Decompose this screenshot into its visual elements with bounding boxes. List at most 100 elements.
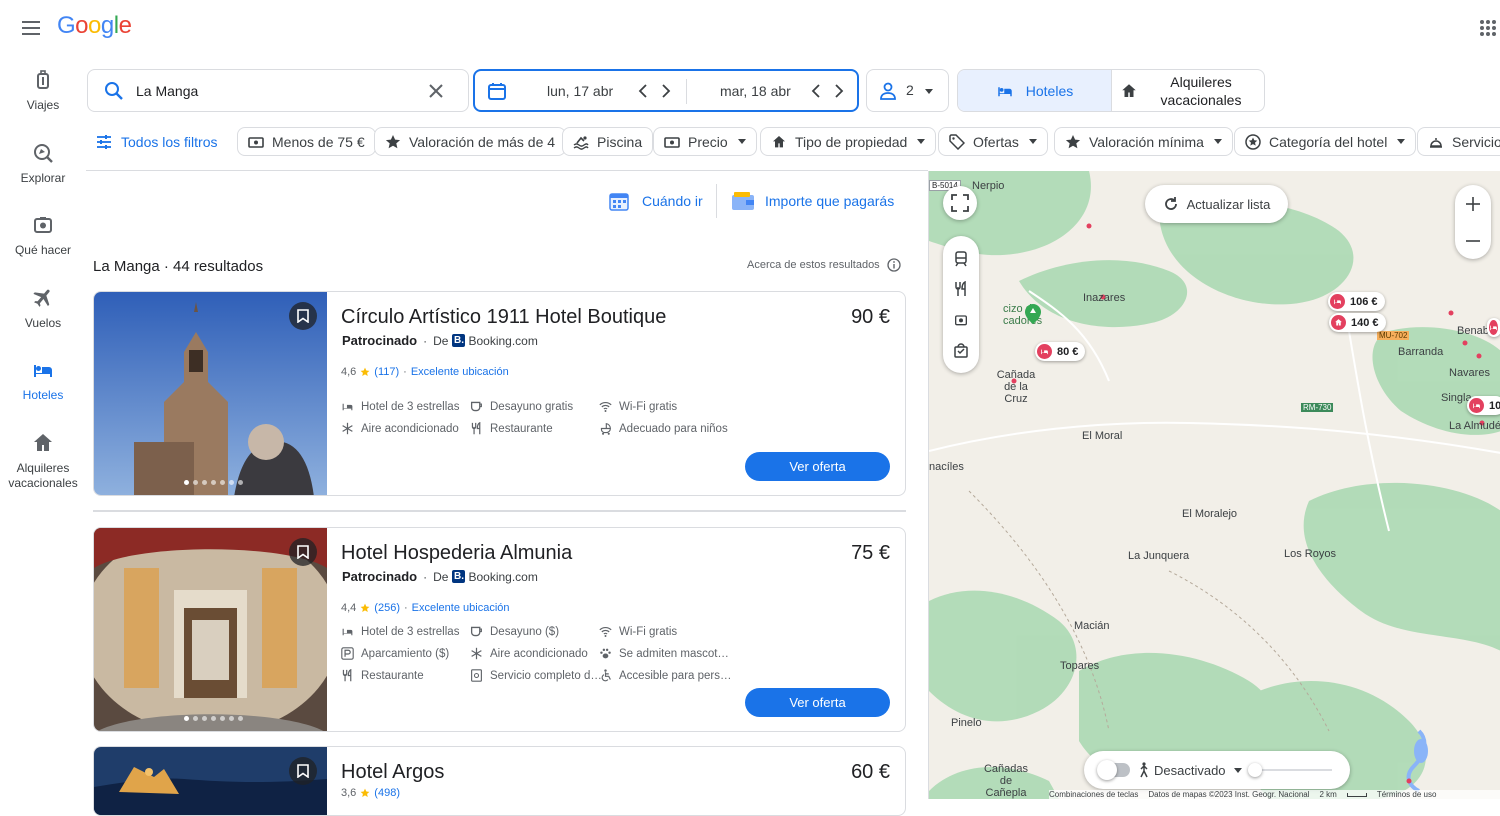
price-pin[interactable]: 10 <box>1467 396 1500 415</box>
checkin-date[interactable]: lun, 17 abr <box>547 83 613 99</box>
camera-icon[interactable] <box>953 312 969 328</box>
total-price-button[interactable]: Importe que pagarás <box>731 190 894 212</box>
rating-score: 4,4 <box>341 602 357 614</box>
chevron-right-icon[interactable] <box>834 84 844 98</box>
checkout-date[interactable]: mar, 18 abr <box>720 83 791 99</box>
about-results-label: Acerca de estos resultados <box>747 259 880 271</box>
hotel-name[interactable]: Hotel Hospederia Almunia <box>341 542 572 565</box>
bookmark-icon[interactable] <box>289 302 317 330</box>
rating-score: 3,6 <box>341 787 357 799</box>
when-to-go-button[interactable]: Cuándo ir <box>608 190 703 212</box>
chevron-left-icon[interactable] <box>811 84 821 98</box>
rail-item-hoteles[interactable]: Hoteles <box>0 358 86 402</box>
luggage-icon <box>31 68 55 92</box>
location-badge[interactable]: Excelente ubicación <box>411 366 509 378</box>
guests-selector[interactable]: 2 <box>866 69 949 112</box>
clear-icon[interactable] <box>428 83 444 99</box>
map-panel[interactable]: B-5014 MU-702 RM-730 Nerpio Inazares Cañ… <box>928 171 1500 799</box>
map-data-credit: Datos de mapas ©2023 Inst. Geogr. Nacion… <box>1148 790 1310 799</box>
rail-item-viajes[interactable]: Viajes <box>0 68 86 112</box>
rail-label: Viajes <box>26 98 60 112</box>
price-pin[interactable]: 106 € <box>1328 292 1385 311</box>
place-label: Nerpio <box>972 180 1005 192</box>
street-view-slider[interactable] <box>1247 763 1332 777</box>
bookmark-icon[interactable] <box>289 538 317 566</box>
chip-servicios[interactable]: Servicios <box>1417 127 1500 156</box>
chip-label: Categoría del hotel <box>1269 133 1388 150</box>
expand-map-button[interactable] <box>943 186 977 220</box>
location-badge[interactable]: Excelente ubicación <box>412 602 510 614</box>
booking-logo-icon: B. <box>452 334 466 347</box>
scale-bar <box>1346 792 1367 797</box>
breakfast-icon <box>470 400 483 413</box>
tab-hoteles[interactable]: Hoteles <box>958 70 1111 111</box>
chip-valoracion-minima[interactable]: Valoración mínima <box>1054 127 1233 156</box>
hotel-name[interactable]: Hotel Argos <box>341 761 444 784</box>
amenity-item: Wi-Fi gratis <box>599 625 677 638</box>
apps-grid-icon[interactable] <box>1474 14 1500 42</box>
chip-precio[interactable]: Precio <box>653 127 757 156</box>
chip-label: Menos de 75 € <box>272 133 365 150</box>
amenity-item: Servicio completo d… <box>470 669 602 682</box>
price-pin[interactable] <box>1487 318 1500 337</box>
chip-ofertas[interactable]: Ofertas <box>938 127 1048 156</box>
terms-link[interactable]: Términos de uso <box>1377 790 1437 799</box>
location-search-field[interactable]: La Manga <box>87 69 469 112</box>
guests-count: 2 <box>906 82 914 98</box>
parking-icon <box>341 647 354 660</box>
hotel-card[interactable]: Hotel Argos 60 € 3,6 (498) <box>93 746 906 816</box>
hotel-photo[interactable] <box>94 747 327 815</box>
hotel-card[interactable]: Círculo Artístico 1911 Hotel Boutique 90… <box>93 291 906 496</box>
price-pin[interactable]: 80 € <box>1035 342 1086 361</box>
room-service-icon <box>470 669 483 682</box>
view-offer-button[interactable]: Ver oferta <box>745 452 890 481</box>
rail-label: Qué hacer <box>14 243 72 257</box>
zoom-controls <box>1455 185 1491 259</box>
snowflake-icon <box>470 647 483 660</box>
bookmark-icon[interactable] <box>289 757 317 785</box>
bed-icon <box>31 358 55 382</box>
rail-item-que-hacer[interactable]: Qué hacer <box>0 213 86 257</box>
chevron-left-icon[interactable] <box>638 84 648 98</box>
reviews-count[interactable]: (256) <box>374 602 400 614</box>
hotel-photo[interactable] <box>94 528 327 731</box>
place-label: La Junquera <box>1128 550 1190 562</box>
chip-tipo-propiedad[interactable]: Tipo de propiedad <box>760 127 937 156</box>
chevron-right-icon[interactable] <box>661 84 671 98</box>
tag-icon <box>949 133 965 150</box>
hotel-card[interactable]: Hotel Hospederia Almunia 75 € Patrocinad… <box>93 527 906 732</box>
bed-icon <box>996 82 1014 100</box>
rail-label: Alquileres vacacionales <box>8 461 78 490</box>
rail-item-vuelos[interactable]: Vuelos <box>0 286 86 330</box>
google-logo[interactable]: Google <box>57 12 132 40</box>
reviews-count[interactable]: (498) <box>374 787 400 799</box>
rail-item-explorar[interactable]: Explorar <box>0 141 86 185</box>
chip-label: Tipo de propiedad <box>795 133 908 150</box>
chip-piscina[interactable]: Piscina <box>562 127 654 156</box>
refresh-list-button[interactable]: Actualizar lista <box>1145 185 1288 223</box>
hotel-photo[interactable] <box>94 292 327 495</box>
shopping-bag-icon[interactable] <box>953 342 969 358</box>
view-offer-button[interactable]: Ver oferta <box>745 688 890 717</box>
rail-item-alquileres[interactable]: Alquileres vacacionales <box>0 431 86 491</box>
transit-icon[interactable] <box>953 251 969 267</box>
tab-alquileres[interactable]: Alquileres vacacionales <box>1112 70 1264 111</box>
about-results-link[interactable]: Acerca de estos resultados <box>747 258 901 272</box>
zoom-out-icon[interactable] <box>1465 222 1481 259</box>
chip-menos-75[interactable]: Menos de 75 € <box>237 127 376 156</box>
zoom-in-icon[interactable] <box>1465 185 1481 222</box>
reviews-count[interactable]: (117) <box>374 366 399 378</box>
street-view-toggle[interactable] <box>1097 760 1130 780</box>
keyboard-shortcuts-link[interactable]: Combinaciones de teclas <box>1049 790 1138 799</box>
price-pin[interactable]: 140 € <box>1329 313 1386 332</box>
house-icon <box>1331 315 1346 330</box>
chip-categoria-hotel[interactable]: Categoría del hotel <box>1234 127 1417 156</box>
all-filters-button[interactable]: Todos los filtros <box>96 127 217 156</box>
hotel-name[interactable]: Círculo Artístico 1911 Hotel Boutique <box>341 306 666 329</box>
search-input[interactable]: La Manga <box>136 83 198 99</box>
date-range-field[interactable]: lun, 17 abr mar, 18 abr <box>473 69 859 112</box>
chip-valoracion-4[interactable]: Valoración de más de 4 <box>374 127 567 156</box>
street-view-control[interactable]: Desactivado <box>1084 751 1350 789</box>
hamburger-icon[interactable] <box>18 14 46 42</box>
restaurant-icon[interactable] <box>953 281 969 297</box>
